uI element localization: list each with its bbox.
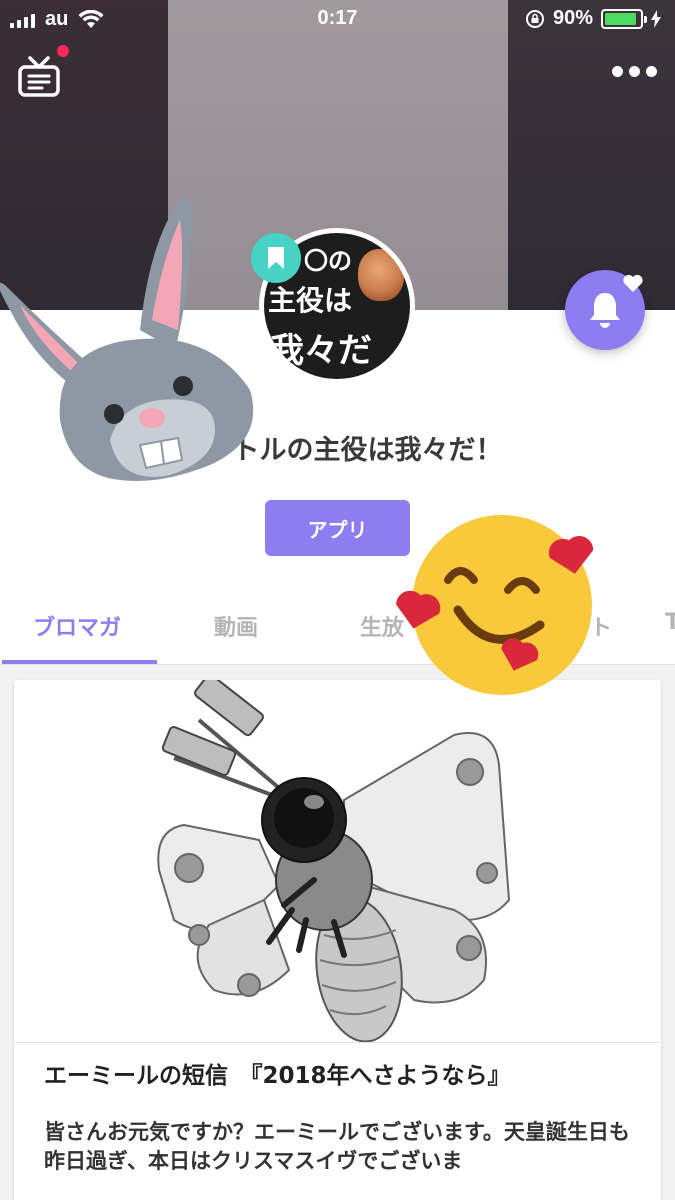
heart-icon [623,274,643,292]
notification-dot [57,45,69,57]
article-thumbnail [14,680,661,1043]
article-card[interactable]: エーミールの短信 『2018年へさようなら』 皆さんお元気ですか？エーミールでご… [14,680,661,1200]
charging-icon [651,9,661,28]
status-bar: au 0:17 90% [0,0,675,38]
banner-right-panel [508,0,675,310]
tab-fifth[interactable]: T [665,610,675,635]
rabbit-sticker [0,196,254,481]
avatar-face [358,249,404,301]
avatar-text-3: 我々だ [270,331,372,371]
avatar-text-1: 〇の [304,247,352,275]
tab-video[interactable]: 動画 [214,610,258,642]
card-divider [14,1042,661,1043]
article-excerpt: 皆さんお元気ですか？エーミールでございます。天皇誕生日も昨日過ぎ、本日はクリスマ… [44,1120,630,1173]
battery-percent: 90% [552,7,593,29]
bookmark-icon [268,247,284,269]
smiling-face-with-hearts-sticker [396,515,594,695]
avatar-text-2: 主役は [268,284,353,317]
battery-icon [601,8,647,29]
moth-illustration [157,680,511,1043]
tv-icon [18,56,60,97]
app-button[interactable]: アプリ [265,500,410,556]
bell-icon [590,293,620,328]
tv-button[interactable] [16,52,62,98]
rotation-lock-icon [525,9,544,28]
article-title: エーミールの短信 『2018年へさようなら』 [44,1063,511,1089]
tab-blomaga[interactable]: ブロマガ [33,610,121,642]
more-icon[interactable] [612,66,657,77]
